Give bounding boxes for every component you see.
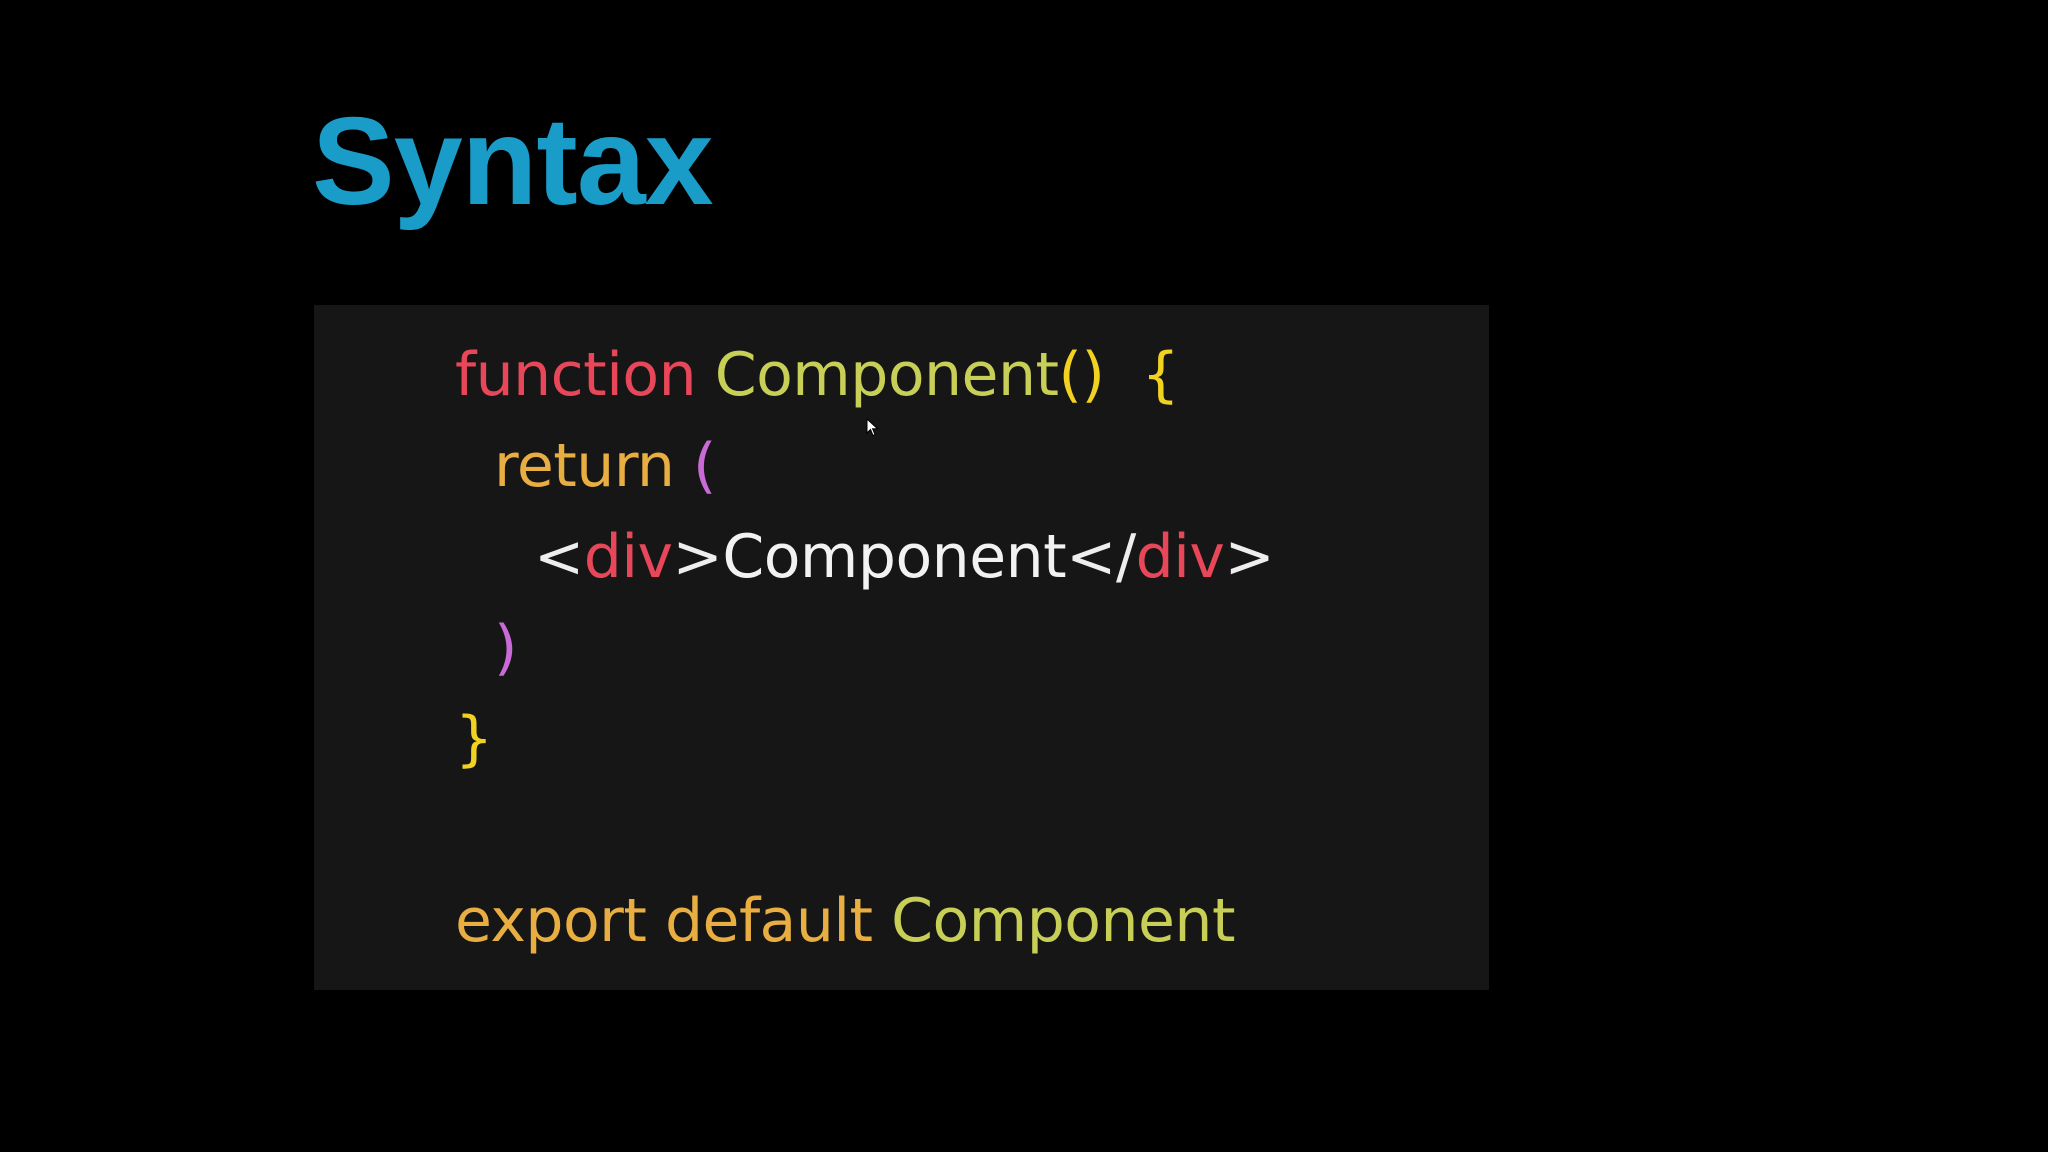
code-token: return [494,431,675,501]
code-token: Component [891,886,1235,956]
code-token: Component [722,522,1067,592]
code-token: < [534,522,584,592]
code-token: { [1141,340,1180,410]
code-line-return-statement: return ( [494,436,716,496]
code-block: function Component() { return ( <div>Com… [314,305,1489,990]
code-token: div [1135,522,1225,592]
code-token: ( [693,431,716,501]
code-token: } [455,704,493,774]
code-token: function [455,340,697,410]
code-token: div [583,522,673,592]
code-token: </ [1066,522,1136,592]
code-token: () [1058,340,1105,410]
code-line-export-statement: export default Component [455,891,1235,951]
code-token: export [455,886,647,956]
code-token: default [664,886,873,956]
code-line-function-declaration: function Component() { [455,345,1180,405]
slide-title: Syntax [312,93,714,231]
code-token: > [1224,522,1275,592]
code-line-closing-brace: } [455,709,493,769]
code-token: > [672,522,723,592]
code-line-closing-paren: ) [494,618,517,678]
mouse-pointer-icon [866,418,879,437]
code-line-jsx-element: <div>Component</div> [534,527,1275,587]
code-token: Component [714,340,1059,410]
code-token: ) [494,613,517,683]
